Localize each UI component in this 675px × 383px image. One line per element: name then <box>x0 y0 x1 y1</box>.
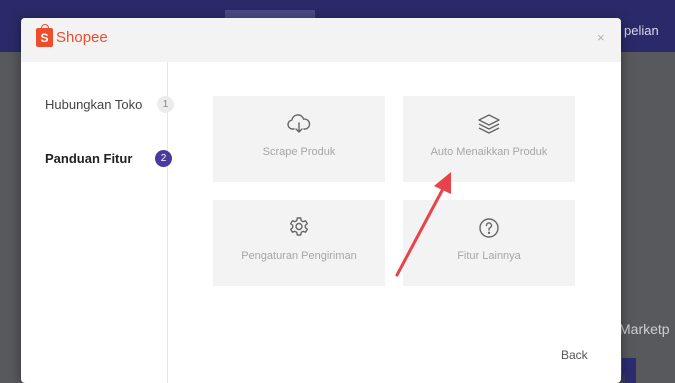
annotation-arrow-icon <box>395 172 451 277</box>
